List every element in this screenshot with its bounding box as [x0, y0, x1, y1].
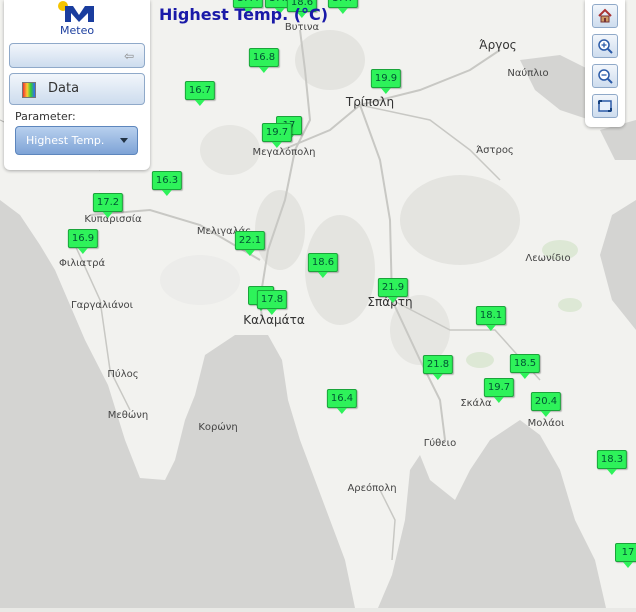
station-marker[interactable]: 22.1	[234, 231, 266, 256]
station-marker[interactable]: 16.3	[151, 171, 183, 196]
station-value: 18.5	[509, 354, 541, 373]
place-label: Ναύπλιο	[507, 68, 549, 79]
station-marker[interactable]: 16.8	[248, 48, 280, 73]
station-value: 20.4	[530, 392, 562, 411]
station-value: 17	[615, 543, 636, 562]
station-value: 16.9	[67, 229, 99, 248]
station-value: 21.9	[377, 278, 409, 297]
station-value: 18.6	[307, 253, 339, 272]
zoom-out-icon	[598, 69, 613, 84]
station-value: 16.3	[151, 171, 183, 190]
place-label: Μεγαλόπολη	[252, 147, 316, 158]
station-marker[interactable]: 17.8	[256, 290, 288, 315]
place-label: Τρίπολη	[345, 95, 395, 109]
place-label: Γαργαλιάνοι	[70, 300, 134, 311]
parameter-label: Parameter:	[15, 110, 76, 123]
place-label: Αρεόπολη	[347, 483, 397, 494]
station-marker[interactable]: 16.7	[184, 81, 216, 106]
station-marker[interactable]: 16.4	[326, 389, 358, 414]
place-label: Γύθειο	[423, 438, 457, 449]
place-label: Μολάοι	[527, 418, 565, 429]
place-label: Λεωνίδιο	[525, 253, 571, 264]
place-label: Άστρος	[476, 145, 514, 156]
station-marker[interactable]: 18.6	[307, 253, 339, 278]
zoom-in-button[interactable]	[592, 34, 618, 58]
zoom-out-button[interactable]	[592, 64, 618, 88]
station-marker[interactable]: 18.1	[475, 306, 507, 331]
station-marker[interactable]: 21.9	[377, 278, 409, 303]
parameter-select-value: Highest Temp.	[26, 134, 105, 147]
station-marker[interactable]: 20.4	[530, 392, 562, 417]
zoom-extent-button[interactable]	[592, 94, 618, 118]
place-label: Πύλος	[107, 369, 139, 380]
chevron-down-icon	[120, 138, 128, 143]
station-value: 18.3	[596, 450, 628, 469]
station-value: 17.7	[327, 0, 359, 8]
data-button-label: Data	[48, 81, 80, 96]
station-value: 18.1	[475, 306, 507, 325]
place-label: Καλαμάτα	[243, 313, 305, 327]
place-label: Φιλιατρά	[58, 258, 106, 269]
station-value: 17.8	[256, 290, 288, 309]
station-value: 21.8	[422, 355, 454, 374]
station-marker[interactable]: 18.3	[596, 450, 628, 475]
station-marker[interactable]: 17	[615, 543, 636, 568]
station-marker[interactable]: 19.7	[483, 378, 515, 403]
station-value: 16.4	[326, 389, 358, 408]
control-panel: Meteo ⇦ Data Parameter: Highest Temp.	[4, 0, 150, 170]
place-label: Μεθώνη	[107, 410, 149, 421]
back-arrow-icon: ⇦	[123, 49, 134, 63]
station-marker[interactable]: 19.7	[261, 123, 293, 148]
station-value: 22.1	[234, 231, 266, 250]
palette-icon	[22, 82, 36, 98]
home-icon	[598, 8, 612, 23]
station-value: 17.2	[92, 193, 124, 212]
map-tools-panel	[585, 0, 625, 127]
data-button[interactable]: Data	[9, 73, 145, 105]
collapse-panel-button[interactable]: ⇦	[9, 43, 145, 68]
home-button[interactable]	[592, 4, 618, 28]
station-value: 19.9	[370, 69, 402, 88]
place-label: Κορώνη	[198, 422, 238, 433]
zoom-extent-icon	[598, 100, 612, 112]
place-label: Άργος	[479, 38, 517, 52]
station-value: 19.7	[261, 123, 293, 142]
map-title: Highest Temp. (°C)	[159, 5, 329, 24]
logo-text: Meteo	[60, 24, 95, 37]
parameter-select[interactable]: Highest Temp.	[15, 126, 138, 155]
zoom-in-icon	[598, 39, 613, 54]
station-marker[interactable]: 17.2	[92, 193, 124, 218]
station-value: 19.7	[483, 378, 515, 397]
station-marker[interactable]: 18.5	[509, 354, 541, 379]
station-value: 16.7	[184, 81, 216, 100]
station-marker[interactable]: 17.7	[327, 0, 359, 14]
station-marker[interactable]: 16.9	[67, 229, 99, 254]
station-marker[interactable]: 21.8	[422, 355, 454, 380]
station-value: 16.8	[248, 48, 280, 67]
station-marker[interactable]: 19.9	[370, 69, 402, 94]
